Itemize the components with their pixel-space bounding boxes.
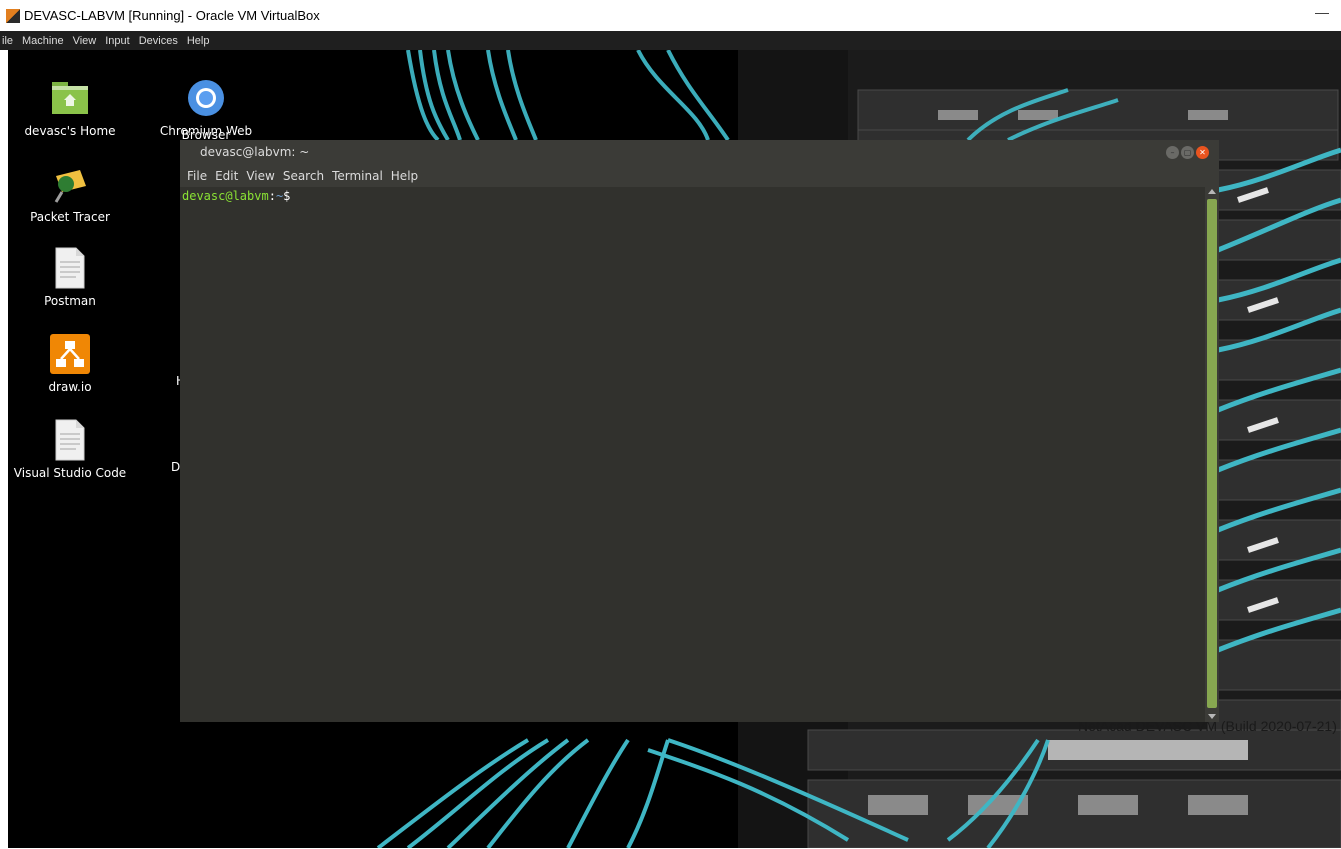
maximize-icon[interactable]: ▢ [1181, 146, 1194, 159]
home-folder-icon [48, 76, 92, 120]
scrollbar-thumb[interactable] [1207, 199, 1217, 708]
document-icon [48, 246, 92, 290]
vbox-menubar: ile Machine View Input Devices Help [0, 31, 1341, 50]
close-icon[interactable]: ✕ [1196, 146, 1209, 159]
vbox-menu-view[interactable]: View [73, 35, 97, 47]
drawio-icon [48, 332, 92, 376]
terminal-menu-file[interactable]: File [187, 165, 207, 187]
scroll-up-icon[interactable] [1208, 189, 1216, 194]
vbox-menu-input[interactable]: Input [105, 35, 129, 47]
guest-desktop: devasc's Home Chromium Web Browser Packe… [8, 50, 1341, 848]
terminal-scrollbar[interactable] [1205, 187, 1219, 722]
terminal-window[interactable]: devasc@labvm: ~ – ▢ ✕ File Edit View Sea… [180, 140, 1219, 722]
desktop-icon-vscode[interactable]: Visual Studio Code [8, 418, 132, 480]
terminal-menu-search[interactable]: Search [283, 165, 324, 187]
terminal-menu-edit[interactable]: Edit [215, 165, 238, 187]
prompt-symbol: $ [283, 189, 291, 203]
vbox-menu-file[interactable]: ile [2, 35, 13, 47]
desktop-icon-label: draw.io [48, 380, 92, 394]
desktop-icon-packet-tracer[interactable]: Packet Tracer [8, 162, 132, 224]
prompt-separator: : [268, 189, 276, 203]
prompt-user: devasc@labvm [182, 189, 269, 203]
terminal-menu-help[interactable]: Help [391, 165, 418, 187]
packet-tracer-icon [48, 162, 92, 206]
window-controls: – ▢ ✕ [1166, 146, 1209, 159]
host-titlebar: DEVASC-LABVM [Running] - Oracle VM Virtu… [0, 0, 1341, 31]
desktop-icon-postman[interactable]: Postman [8, 246, 132, 308]
terminal-menu-view[interactable]: View [246, 165, 274, 187]
terminal-titlebar[interactable]: devasc@labvm: ~ – ▢ ✕ [180, 140, 1219, 165]
vbox-menu-machine[interactable]: Machine [22, 35, 64, 47]
host-window-title: DEVASC-LABVM [Running] - Oracle VM Virtu… [24, 8, 320, 23]
terminal-menu-terminal[interactable]: Terminal [332, 165, 383, 187]
minimize-button[interactable]: — [1315, 4, 1329, 20]
terminal-menubar: File Edit View Search Terminal Help [180, 165, 1219, 187]
desktop-icon-label: Packet Tracer [30, 210, 110, 224]
vbox-menu-devices[interactable]: Devices [139, 35, 178, 47]
document-icon [48, 418, 92, 462]
desktop-icon-label: Postman [44, 294, 96, 308]
vbox-menu-help[interactable]: Help [187, 35, 210, 47]
terminal-title: devasc@labvm: ~ [200, 145, 310, 159]
desktop-icon-label: devasc's Home [24, 124, 116, 138]
desktop-icon-home[interactable]: devasc's Home [8, 76, 132, 138]
scroll-down-icon[interactable] [1208, 714, 1216, 719]
desktop-icon-label: Visual Studio Code [13, 466, 127, 480]
virtualbox-icon [6, 8, 20, 23]
chromium-icon [184, 76, 228, 120]
desktop-icon-drawio[interactable]: draw.io [8, 332, 132, 394]
terminal-body[interactable]: devasc@labvm:~$ [180, 187, 1205, 722]
minimize-icon[interactable]: – [1166, 146, 1179, 159]
